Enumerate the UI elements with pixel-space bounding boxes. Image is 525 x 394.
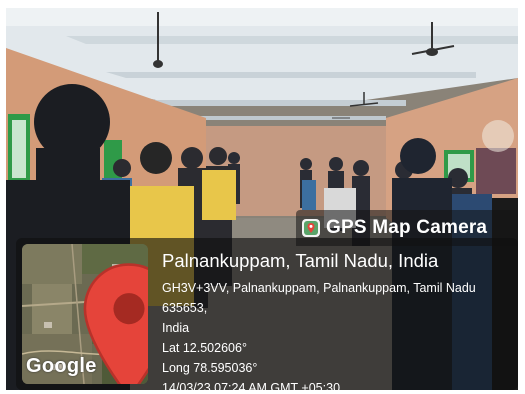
location-info-panel: Google Palnankuppam, Tamil Nadu, India G… [16, 238, 518, 390]
timestamp: 14/03/23 07:24 AM GMT +05:30 [162, 381, 341, 390]
latitude: Lat 12.502606° [162, 341, 247, 355]
location-details: Palnankuppam, Tamil Nadu, India GH3V+3VV… [162, 250, 512, 390]
google-logo: Google [26, 355, 97, 377]
map-thumbnail: Google [22, 244, 148, 384]
location-title: Palnankuppam, Tamil Nadu, India [162, 250, 439, 271]
address-line-1: GH3V+3VV, Palnankuppam, Palnankuppam, Ta… [162, 281, 476, 315]
longitude: Long 78.595036° [162, 361, 258, 375]
gps-camera-icon [302, 219, 320, 237]
photo-frame: GPS Map Camera Google Palnankuppam, Tami… [6, 8, 518, 390]
address-line-2: India [162, 321, 190, 335]
app-name: GPS Map Camera [326, 217, 488, 238]
